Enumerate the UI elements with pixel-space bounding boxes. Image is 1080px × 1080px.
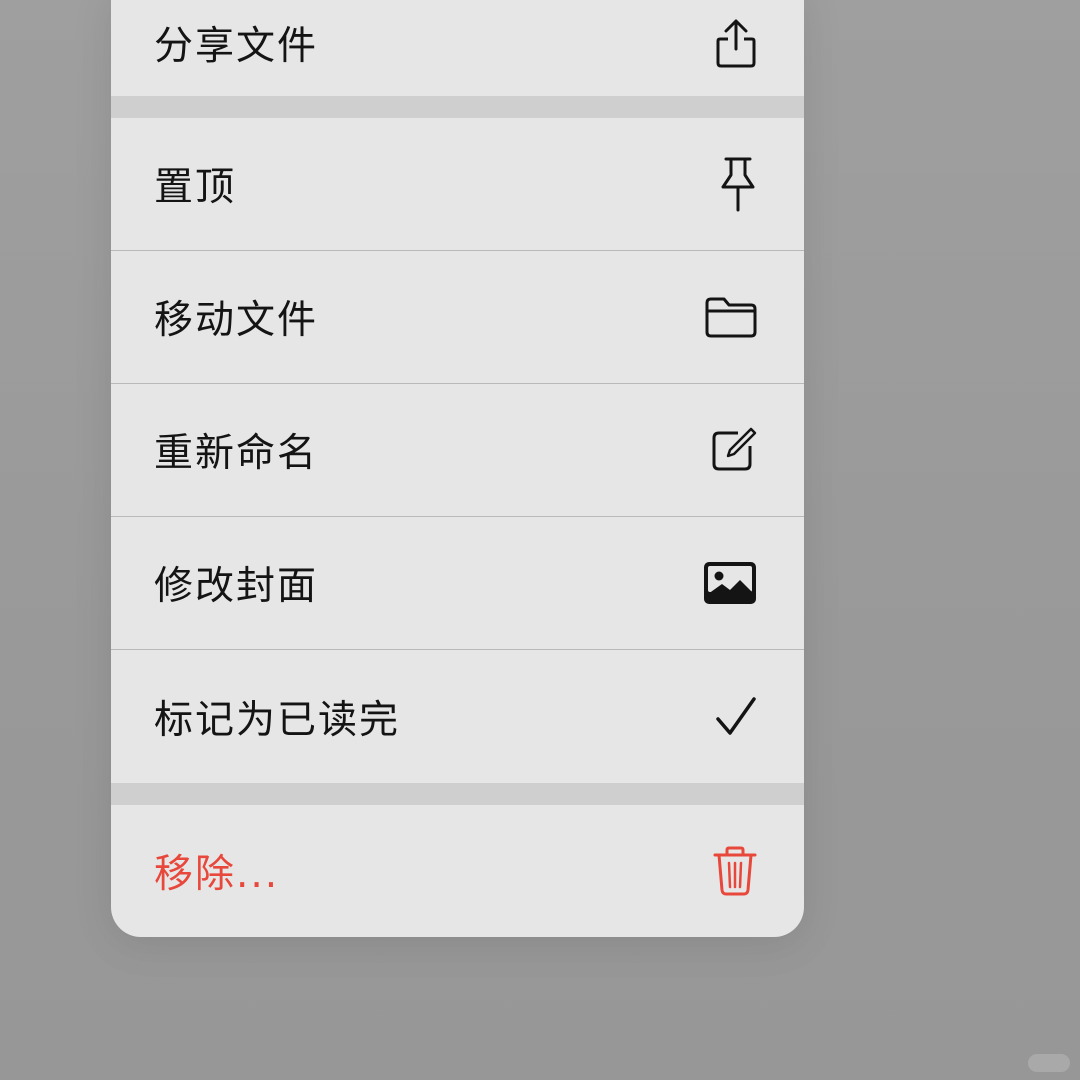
- menu-item-label: 移除...: [154, 852, 280, 897]
- folder-icon: [698, 287, 758, 347]
- group-separator: [111, 96, 804, 118]
- edit-icon: [698, 420, 758, 480]
- menu-item-label: 分享文件: [154, 24, 319, 69]
- menu-item-label: 修改封面: [154, 564, 319, 609]
- pin-icon: [698, 154, 758, 214]
- group-separator: [111, 783, 804, 805]
- checkmark-icon: [698, 687, 758, 747]
- context-menu: 分享文件 置顶 移动文件 重新命名 修改封面 标记为已读完 移除...: [111, 0, 804, 937]
- menu-item-label: 标记为已读完: [154, 697, 401, 743]
- menu-item-label: 置顶: [154, 165, 237, 210]
- share-icon: [698, 13, 758, 73]
- menu-item-remove[interactable]: 移除...: [111, 805, 804, 937]
- menu-item-mark-as-read[interactable]: 标记为已读完: [111, 650, 804, 783]
- menu-item-pin[interactable]: 置顶: [111, 118, 804, 250]
- corner-watermark: [1028, 1054, 1070, 1072]
- menu-item-rename[interactable]: 重新命名: [111, 384, 804, 516]
- trash-icon: [698, 841, 758, 901]
- menu-item-label: 重新命名: [154, 431, 319, 476]
- menu-item-move-file[interactable]: 移动文件: [111, 251, 804, 383]
- image-icon: [698, 553, 758, 613]
- menu-item-change-cover[interactable]: 修改封面: [111, 517, 804, 649]
- menu-item-label: 移动文件: [154, 298, 319, 343]
- menu-item-share-file[interactable]: 分享文件: [111, 0, 804, 96]
